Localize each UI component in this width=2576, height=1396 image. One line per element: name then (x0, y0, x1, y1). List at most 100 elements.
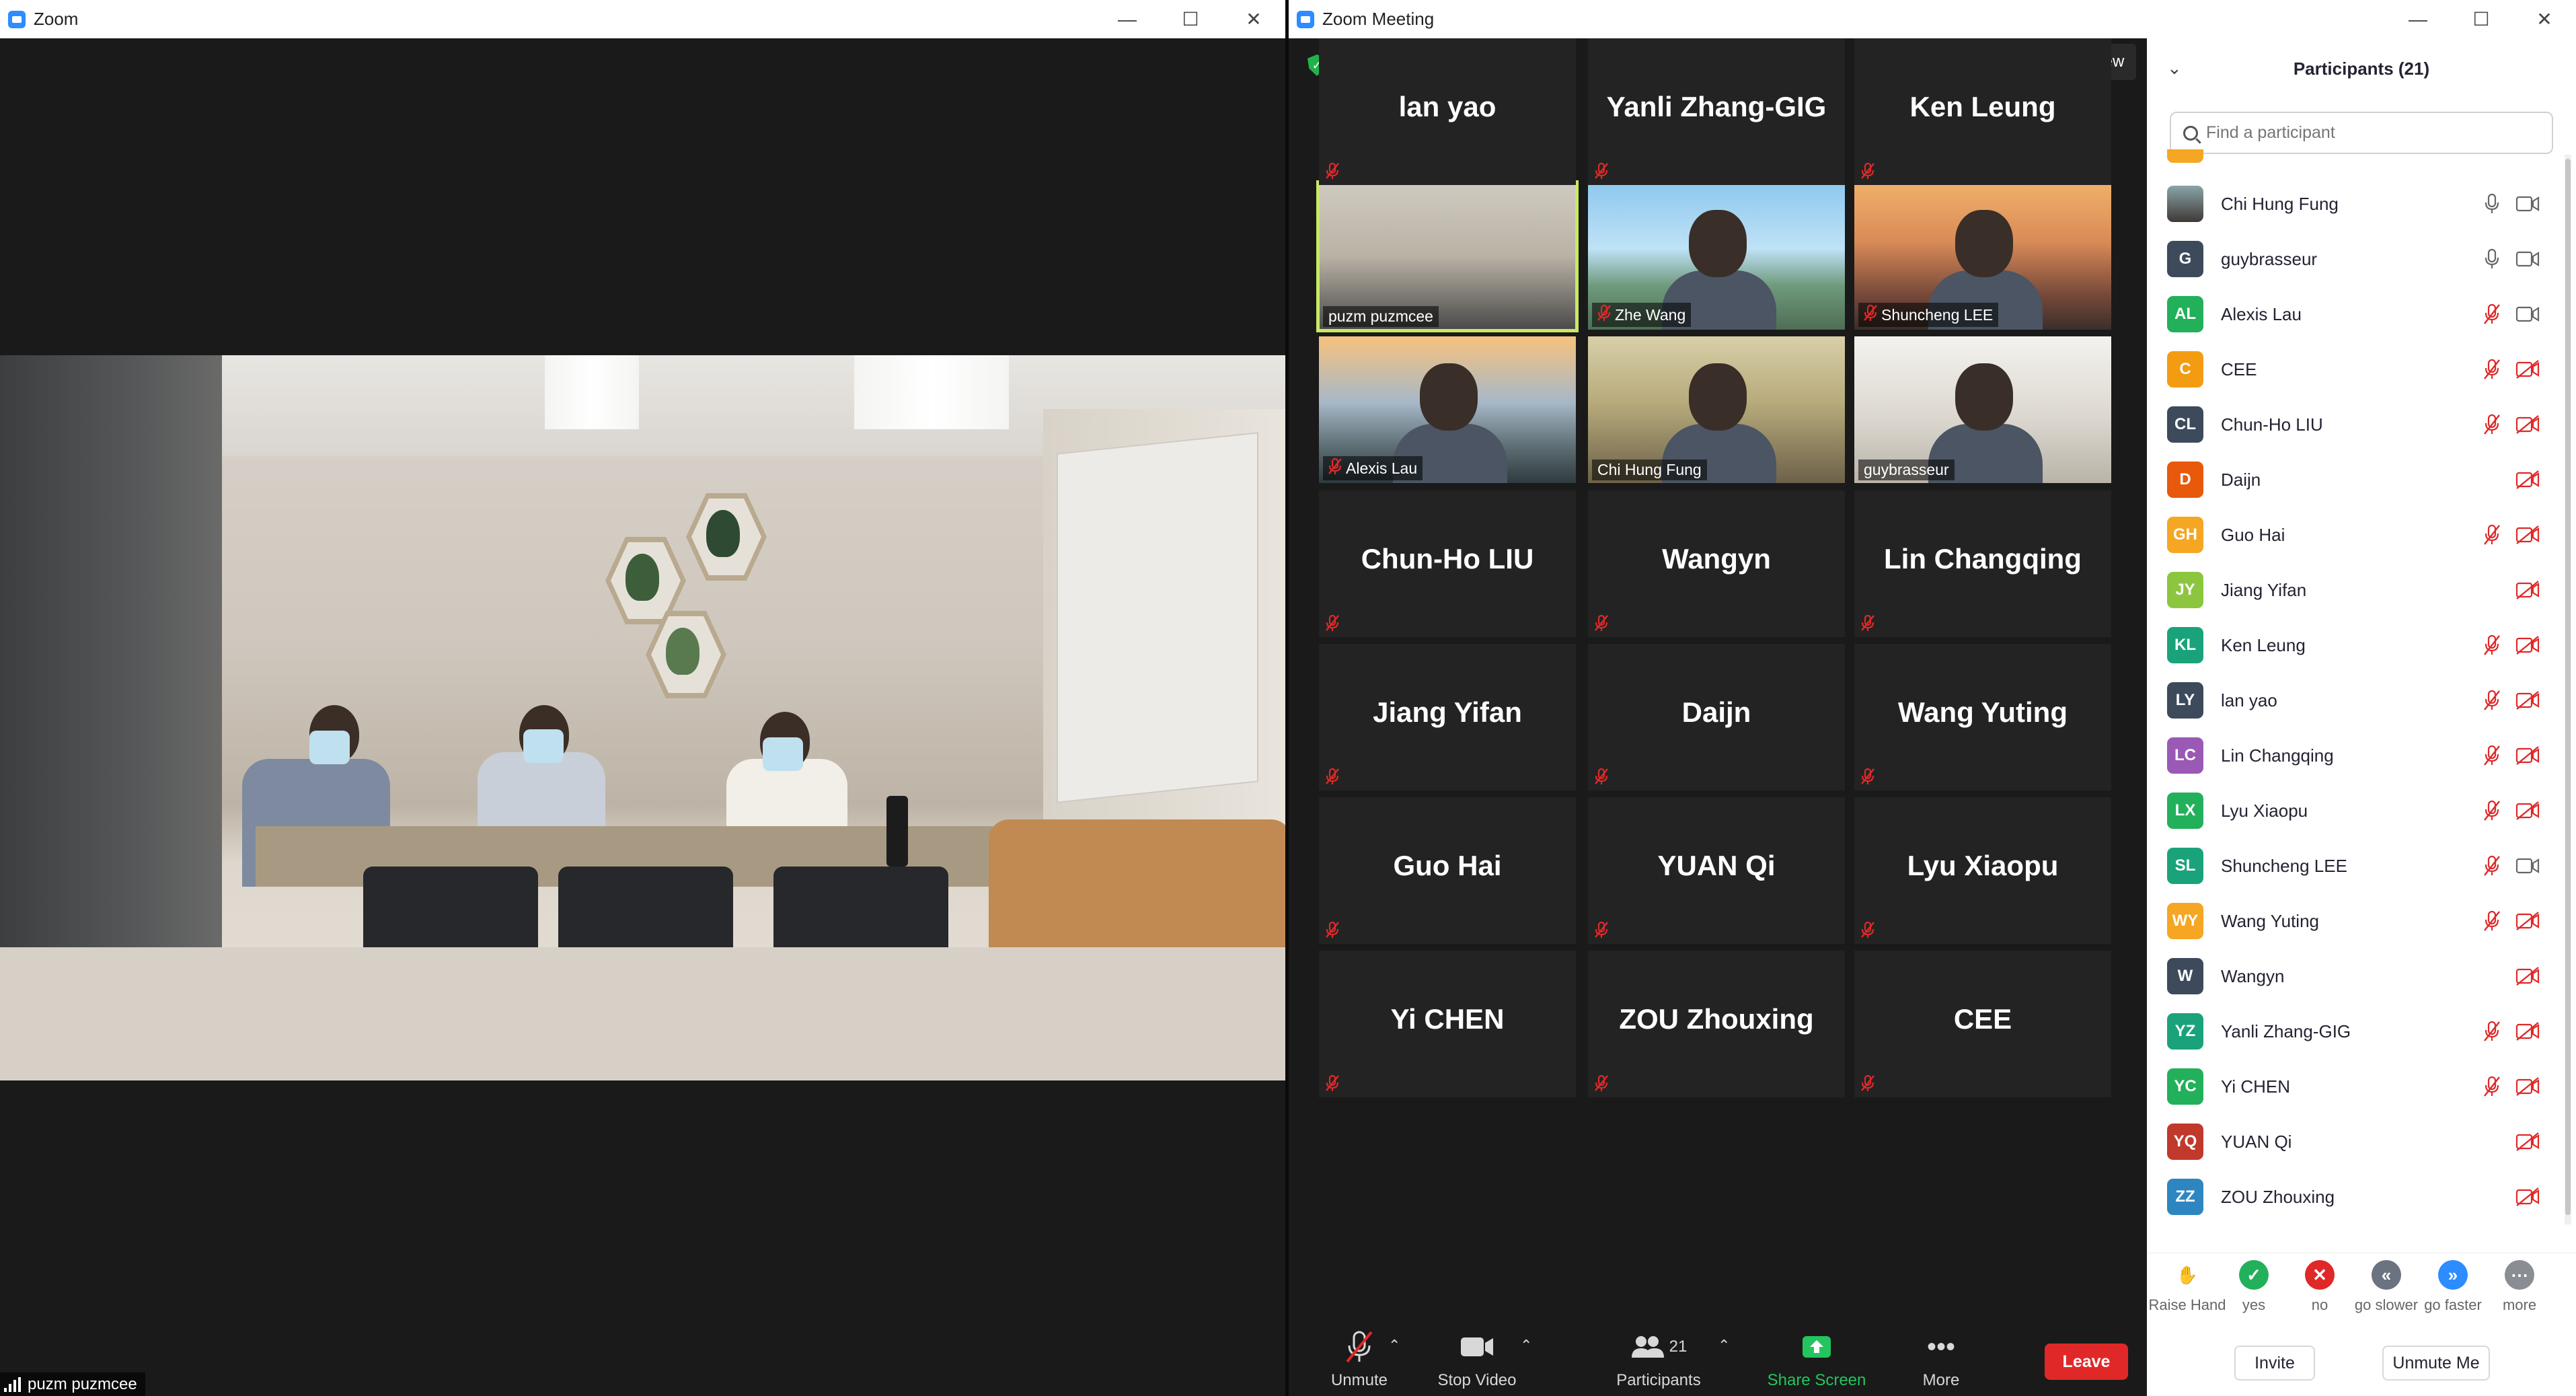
audio-options-caret[interactable]: ⌃ (1388, 1337, 1400, 1354)
participants-button[interactable]: 21 Participants (1605, 1322, 1712, 1393)
video-camera-icon (2514, 854, 2541, 878)
video-tile[interactable]: puzm puzmcee (1316, 180, 1579, 332)
close-icon[interactable]: ✕ (1222, 0, 1285, 38)
participant-name: Chi Hung Fung (2221, 193, 2339, 214)
leave-button[interactable]: Leave (2045, 1344, 2128, 1380)
participants-panel-title: Participants (21) (2293, 58, 2430, 79)
video-tile-name: Shuncheng LEE (1858, 303, 1999, 327)
participant-row[interactable]: YQ YUAN Qi (2147, 1114, 2564, 1169)
mic-muted-icon (2482, 1019, 2502, 1043)
participant-row[interactable]: ZZ ZOU Zhouxing (2147, 1169, 2564, 1224)
name-tile[interactable]: Ken Leung (1854, 38, 2111, 185)
video-tile[interactable]: guybrasseur (1854, 336, 2111, 483)
mic-muted-icon (1328, 457, 1342, 479)
participant-row[interactable]: JY Jiang Yifan (2147, 562, 2564, 618)
go-faster-icon: » (2438, 1260, 2468, 1290)
name-tile[interactable]: Guo Hai (1319, 797, 1576, 944)
mic-muted-icon (1595, 768, 1609, 785)
participant-name: Lin Changqing (2221, 745, 2334, 766)
reaction-more-button[interactable]: ⋯ more (2486, 1260, 2553, 1314)
participant-search-input[interactable] (2206, 123, 2529, 143)
participant-row[interactable]: LX Lyu Xiaopu (2147, 783, 2564, 838)
left-window-title: Zoom (34, 9, 79, 29)
name-tile[interactable]: Chun-Ho LIU (1319, 490, 1576, 637)
name-tile[interactable]: Wang Yuting (1854, 644, 2111, 791)
maximize-icon[interactable]: ☐ (1159, 0, 1222, 38)
stop-video-button[interactable]: Stop Video (1423, 1322, 1531, 1393)
participant-search[interactable] (2170, 112, 2553, 154)
name-tile[interactable]: CEE (1854, 951, 2111, 1097)
minimize-icon[interactable]: — (1096, 0, 1159, 38)
more-button[interactable]: ••• More (1894, 1322, 1988, 1393)
participant-row[interactable]: KL Ken Leung (2147, 618, 2564, 673)
name-tile[interactable]: YUAN Qi (1588, 797, 1845, 944)
unmute-me-button[interactable]: Unmute Me (2382, 1346, 2490, 1381)
mic-muted-icon (2482, 633, 2502, 657)
participant-video-silhouette (1955, 210, 2013, 277)
avatar: LC (2167, 737, 2203, 774)
name-tile[interactable]: lan yao (1319, 38, 1576, 185)
name-tile-label: CEE (1953, 1003, 2012, 1035)
name-tile[interactable]: Lyu Xiaopu (1854, 797, 2111, 944)
unmute-button[interactable]: Unmute (1316, 1322, 1403, 1393)
participant-row[interactable]: W Wangyn (2147, 949, 2564, 1004)
video-camera-icon (2514, 302, 2541, 326)
share-screen-button[interactable]: Share Screen (1753, 1322, 1881, 1393)
participants-options-caret[interactable]: ⌃ (1718, 1337, 1730, 1354)
participant-row[interactable]: CL Chun-Ho LIU (2147, 397, 2564, 452)
zoom-app-icon (8, 10, 26, 28)
participant-row[interactable]: YC Yi CHEN (2147, 1059, 2564, 1114)
invite-button[interactable]: Invite (2234, 1346, 2315, 1381)
participant-row[interactable]: LC Lin Changqing (2147, 728, 2564, 783)
video-tile[interactable]: Chi Hung Fung (1588, 336, 1845, 483)
reaction-no-button[interactable]: ✕ no (2286, 1260, 2353, 1314)
video-off-icon (2514, 1185, 2541, 1209)
name-tile[interactable]: ZOU Zhouxing (1588, 951, 1845, 1097)
avatar: JY (2167, 572, 2203, 608)
video-tile[interactable]: Shuncheng LEE (1854, 183, 2111, 330)
name-tile-label: Lin Changqing (1884, 543, 2082, 575)
participant-list-scrollbar[interactable] (2565, 155, 2571, 1224)
participant-row[interactable]: SL Shuncheng LEE (2147, 838, 2564, 893)
participant-row[interactable]: D Daijn (2147, 452, 2564, 507)
video-tile[interactable]: Zhe Wang (1588, 183, 1845, 330)
participant-row[interactable]: C CEE (2147, 342, 2564, 397)
participant-row[interactable]: GH Guo Hai (2147, 507, 2564, 562)
name-tile[interactable]: Yanli Zhang-GIG (1588, 38, 1845, 185)
avatar: GH (2167, 517, 2203, 553)
name-tile-label: Daijn (1681, 696, 1751, 728)
name-tile[interactable]: Daijn (1588, 644, 1845, 791)
video-options-caret[interactable]: ⌃ (1520, 1337, 1532, 1354)
reaction-raise-hand-button[interactable]: ✋ Raise Hand (2149, 1260, 2226, 1314)
maximize-icon[interactable]: ☐ (2450, 0, 2513, 38)
participant-row[interactable]: YZ Yanli Zhang-GIG (2147, 1004, 2564, 1059)
mic-muted-icon (2482, 799, 2502, 823)
name-tile[interactable]: Jiang Yifan (1319, 644, 1576, 791)
participant-row[interactable]: LY lan yao (2147, 673, 2564, 728)
participant-video-silhouette (1955, 363, 2013, 431)
meeting-titlebar: Zoom Meeting (1289, 0, 2147, 38)
participant-name: Alexis Lau (2221, 303, 2302, 324)
avatar: LX (2167, 793, 2203, 829)
name-tile[interactable]: Lin Changqing (1854, 490, 2111, 637)
go-slower-icon: « (2372, 1260, 2401, 1290)
name-tile[interactable]: Wangyn (1588, 490, 1845, 637)
reaction-go-faster-button[interactable]: » go faster (2419, 1260, 2487, 1314)
participant-row[interactable]: Chi Hung Fung (2147, 176, 2564, 231)
video-tile[interactable]: Alexis Lau (1319, 336, 1576, 483)
zoom-meeting-window: Zoom Meeting ✓ View puzm puzmceeZhe Wang… (1289, 0, 2576, 1396)
name-tile[interactable]: Yi CHEN (1319, 951, 1576, 1097)
avatar: SL (2167, 848, 2203, 884)
video-off-icon (2514, 412, 2541, 437)
participant-row[interactable]: WY Wang Yuting (2147, 893, 2564, 949)
reaction-yes-button[interactable]: ✓ yes (2220, 1260, 2287, 1314)
avatar: G (2167, 241, 2203, 277)
reaction-go-slower-button[interactable]: «go slower (2353, 1260, 2420, 1314)
mic-muted-icon (2482, 302, 2502, 326)
close-icon[interactable]: ✕ (2513, 0, 2576, 38)
mic-muted-icon (1326, 1074, 1340, 1092)
minimize-icon[interactable]: — (2386, 0, 2450, 38)
participant-name: Wangyn (2221, 965, 2285, 986)
participant-row[interactable]: AL Alexis Lau (2147, 287, 2564, 342)
participant-row[interactable]: Gguybrasseur (2147, 231, 2564, 287)
